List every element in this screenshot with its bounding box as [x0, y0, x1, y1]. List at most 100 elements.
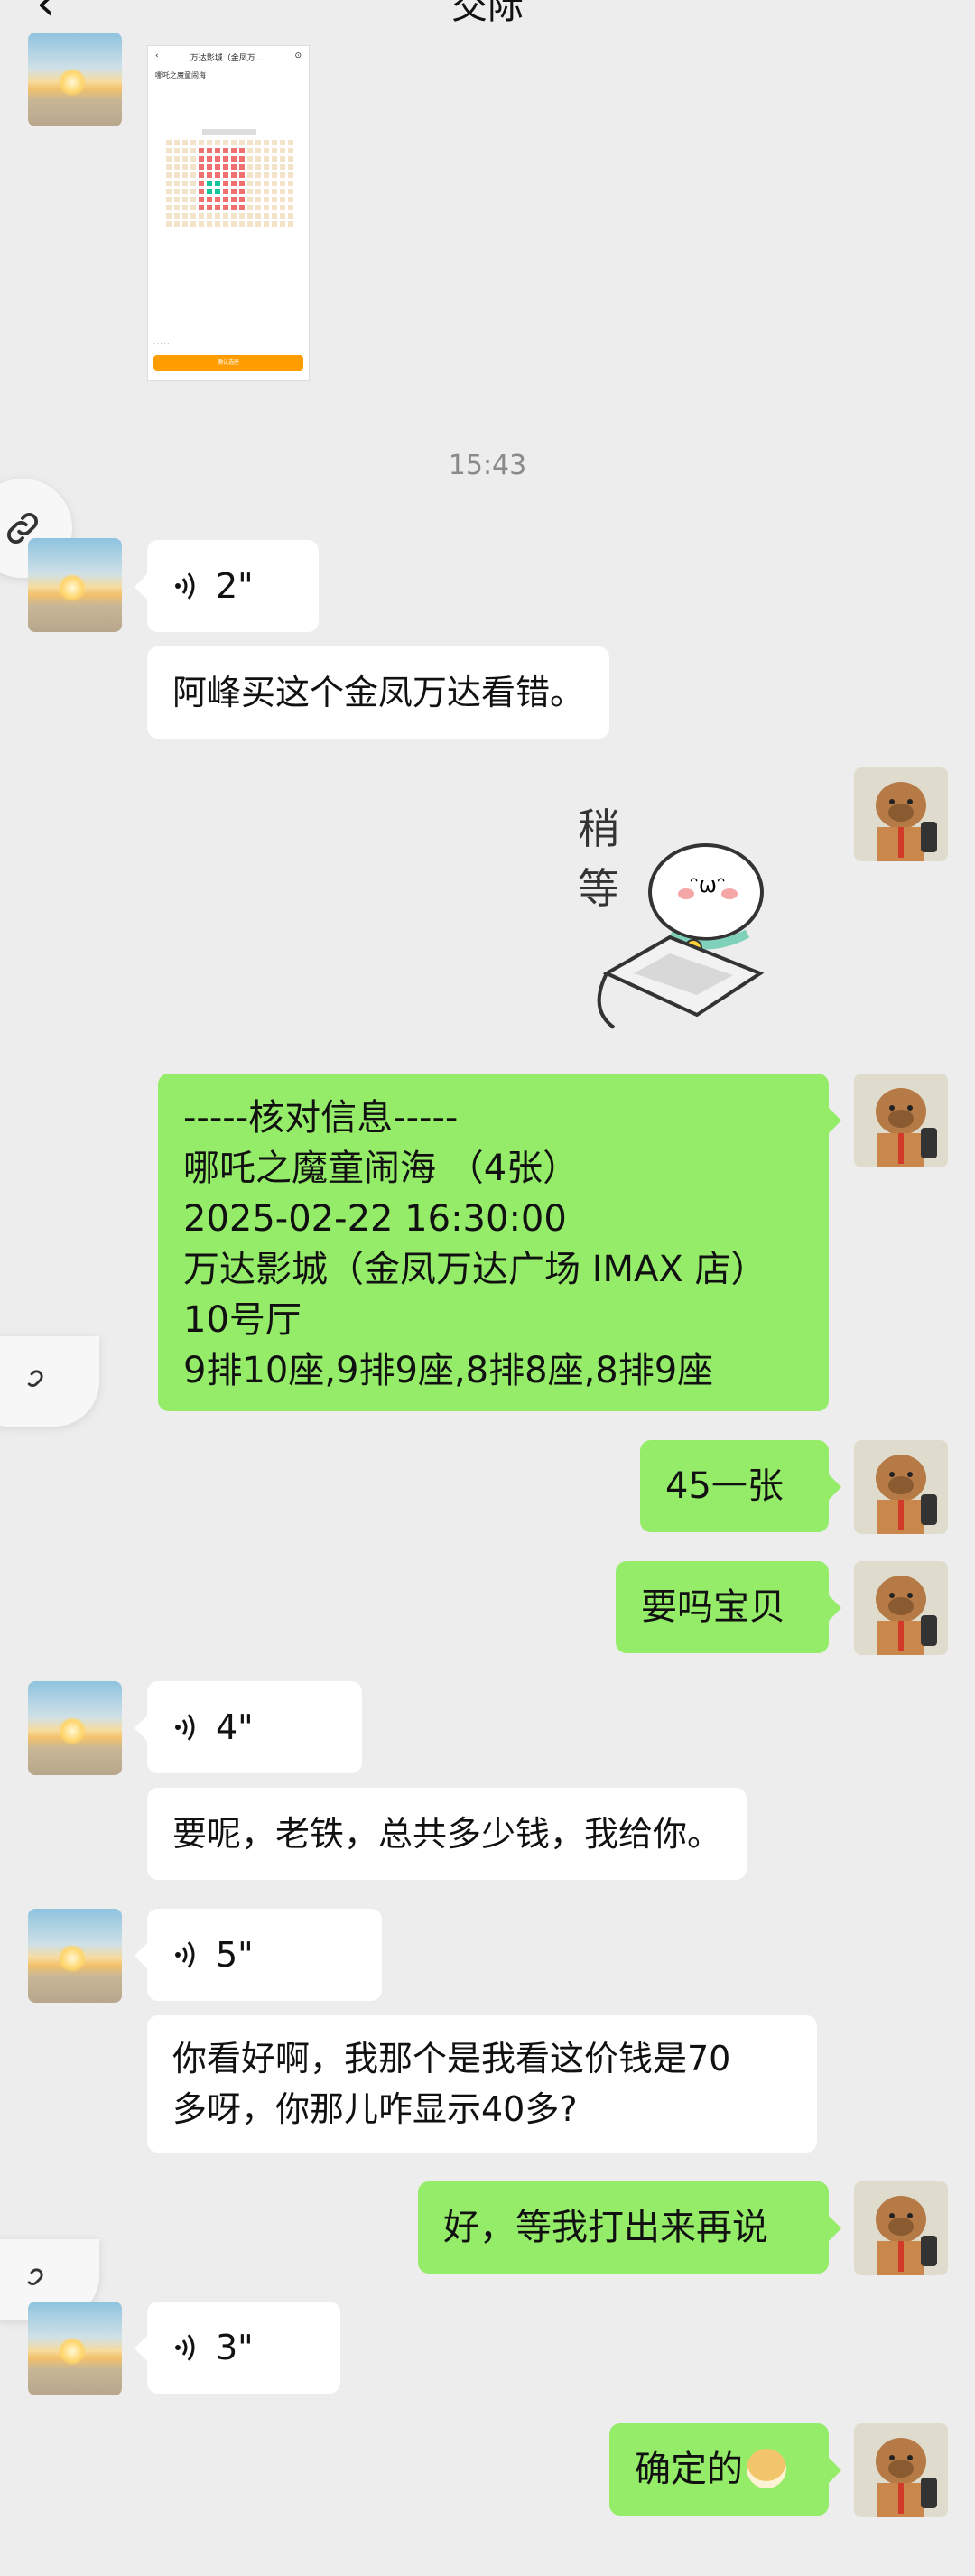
seat [255, 140, 261, 145]
seat [174, 164, 180, 170]
my-avatar[interactable] [854, 1561, 948, 1655]
seat [272, 156, 277, 162]
seat [264, 221, 269, 227]
seat [280, 140, 285, 145]
seat [272, 213, 277, 219]
seat [207, 156, 212, 162]
seat [174, 189, 180, 194]
text-message[interactable]: 45一张 [640, 1440, 841, 1532]
seat [272, 172, 277, 178]
seat [239, 197, 245, 202]
seat [215, 197, 220, 202]
my-avatar[interactable] [854, 1074, 948, 1167]
contact-avatar[interactable] [28, 1909, 122, 2003]
seat [215, 189, 220, 194]
seat [288, 156, 293, 162]
floating-link-button-partial[interactable] [0, 1336, 99, 1427]
seat [223, 140, 228, 145]
voice-wave-icon [175, 1714, 195, 1741]
seat [288, 189, 293, 194]
seat [190, 197, 196, 202]
contact-avatar[interactable] [28, 538, 122, 632]
seat [174, 181, 180, 186]
my-avatar[interactable] [854, 2423, 948, 2517]
seat [166, 205, 172, 210]
seat [223, 189, 228, 194]
seat [255, 189, 261, 194]
my-avatar[interactable] [854, 767, 948, 861]
shared-screenshot-image[interactable]: ‹ 万达影城（金凤万... ⊙ 哪吒之魔童闹海 · · · · · 确认选座 [147, 45, 310, 381]
seat [231, 140, 237, 145]
text-message[interactable]: 要吗宝贝 [616, 1561, 841, 1653]
seat [199, 140, 204, 145]
seat [231, 164, 237, 170]
message-line: 9排10座,9排9座,8排8座,8排9座 [183, 1350, 714, 1391]
seat [255, 205, 261, 210]
verify-info-message[interactable]: -----核对信息----- 哪吒之魔童闹海 （4张） 2025-02-22 1… [158, 1074, 841, 1411]
seat [207, 205, 212, 210]
seat [231, 221, 237, 227]
contact-avatar[interactable] [28, 1681, 122, 1775]
seat [174, 213, 180, 219]
seat [223, 164, 228, 170]
seat [231, 197, 237, 202]
voice-message[interactable]: 2" [135, 540, 319, 632]
chat-title: 交际 [451, 0, 524, 27]
seat [231, 205, 237, 210]
seat [247, 148, 253, 153]
seat [280, 181, 285, 186]
voice-wave-icon [175, 1941, 195, 1968]
text-message[interactable]: 确定的 [609, 2423, 841, 2516]
seat [247, 156, 253, 162]
seat [215, 156, 220, 162]
contact-avatar[interactable] [28, 2302, 122, 2395]
doge-emoji-icon [747, 2449, 786, 2488]
contact-avatar[interactable] [28, 33, 122, 126]
voice-message[interactable]: 5" [135, 1909, 382, 2001]
seat [223, 172, 228, 178]
my-avatar[interactable] [854, 1440, 948, 1534]
seat [288, 140, 293, 145]
seat [199, 221, 204, 227]
seat [190, 172, 196, 178]
seat [190, 213, 196, 219]
voice-message[interactable]: 4" [135, 1681, 362, 1773]
shot-movie: 哪吒之魔童闹海 [155, 71, 206, 79]
seat [280, 221, 285, 227]
text-message[interactable]: 好，等我打出来再说 [418, 2181, 841, 2274]
seat [190, 205, 196, 210]
seat [174, 156, 180, 162]
seat [207, 189, 212, 194]
text-message[interactable]: 阿峰买这个金凤万达看错。 [147, 646, 610, 739]
text-message[interactable]: 你看好啊，我那个是我看这价钱是70 多呀，你那儿咋显示40多? [147, 2015, 817, 2153]
seat [190, 181, 196, 186]
seat [182, 189, 188, 194]
seat [231, 172, 237, 178]
seat [199, 205, 204, 210]
seat [288, 213, 293, 219]
seat [223, 148, 228, 153]
message-line: -----核对信息----- [183, 1097, 459, 1139]
seat [174, 197, 180, 202]
text-message[interactable]: 要呢，老铁，总共多少钱，我给你。 [147, 1788, 748, 1880]
seat [239, 148, 245, 153]
seat [215, 205, 220, 210]
my-avatar[interactable] [854, 2181, 948, 2275]
seat [199, 213, 204, 219]
seat [231, 156, 237, 162]
voice-duration: 2" [216, 566, 254, 606]
voice-message[interactable]: 3" [135, 2302, 340, 2394]
seat [247, 189, 253, 194]
seat [280, 156, 285, 162]
message-text: 好，等我打出来再说 [443, 2207, 768, 2248]
seat [288, 181, 293, 186]
seat [174, 148, 180, 153]
seat [280, 213, 285, 219]
seat [239, 205, 245, 210]
seat [255, 213, 261, 219]
seat [264, 140, 269, 145]
seat [239, 221, 245, 227]
sticker-cat-typing[interactable]: 稍 等 ᵔωᵔ [571, 802, 787, 1038]
message-text: 要吗宝贝 [641, 1586, 785, 1628]
seat [247, 205, 253, 210]
